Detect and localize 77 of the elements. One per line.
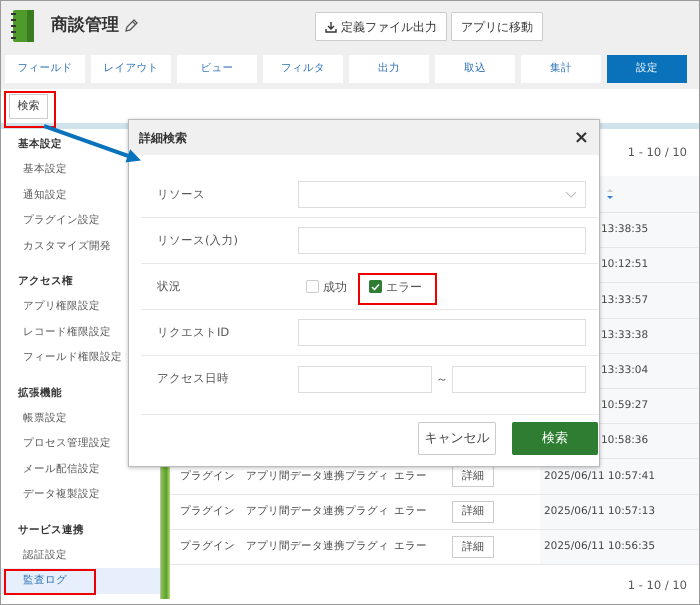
table-cell-text: 2025/06/11 10:56:35 [544,538,656,554]
option-label: 成功 [323,278,347,296]
table-cell-text: アプリ間データ連携プラグィ [245,504,390,519]
table-cell-text: プラグイン [179,468,236,484]
table-cell-text: 2025/06/11 10:57:13 [544,504,656,519]
section-heading: アクセス権 [17,274,73,289]
tab[interactable]: 取込 [435,55,515,83]
pagination-summary: 1 - 10 / 10 [628,576,687,594]
range-separator: ～ [436,371,448,388]
table-cell-text: 13:33:57 [601,292,648,308]
sidebar-item[interactable]: レコード権限設定 [1,320,111,345]
sidebar-item[interactable]: アプリ権限設定 [1,294,100,320]
sidebar-item[interactable]: 認証設定 [1,542,67,568]
sidebar-item[interactable]: 基本設定 [1,157,67,182]
check-icon [371,282,380,290]
sidebar-item[interactable]: プラグイン設定 [1,208,100,234]
table-cell-text: アプリ間データ連携プラグィ [245,538,390,554]
table-cell-text: プラグイン [179,538,236,554]
app-button[interactable]: アプリに移動 [451,12,543,41]
sidebar-item[interactable]: 通知設定 [1,182,67,208]
field-label: リクエストID [156,324,230,341]
date-field[interactable] [452,366,586,392]
table-cell-text: 10:58:36 [601,433,648,448]
sidebar-item[interactable]: フィールド権限設定 [1,345,122,370]
table-cell-text: エラー [393,468,428,484]
tab[interactable]: レイアウト [91,55,171,83]
field-label: アクセス日時 [156,370,230,388]
sidebar-item[interactable]: 監査ログ [1,568,160,594]
pagination-summary: 1 - 10 / 10 [628,144,687,161]
sidebar-item[interactable]: 帳票設定 [1,406,67,431]
section-heading: 基本設定 [17,136,62,152]
table-cell-text: エラー [393,504,428,519]
sidebar-item[interactable]: データ複製設定 [1,482,100,508]
field-label: リソース(入力) [156,232,239,249]
sidebar-item[interactable]: プロセス管理設定 [1,431,111,456]
field-label: 状況 [156,278,182,295]
option-label: エラー [386,278,422,296]
sort-icon [606,188,614,200]
details-button[interactable]: 詳細 [452,536,494,558]
export-button[interactable]: 定義ファイル出力 [315,12,447,41]
table-cell-text: 2025/06/11 10:57:41 [544,468,656,484]
table-cell-text: プラグイン [179,504,236,519]
table-cell-text: 13:33:04 [601,362,648,378]
select-field[interactable] [298,181,586,208]
cancel-button[interactable]: キャンセル [418,422,496,455]
table-cell-text: 10:59:27 [601,398,648,414]
input-field[interactable] [298,319,586,346]
table-cell-text: 13:33:38 [601,328,648,343]
date-field[interactable] [298,366,432,392]
checkbox[interactable] [369,280,382,293]
table-cell-text: 13:38:35 [601,222,648,238]
input-field[interactable] [298,227,586,254]
field-label: リソース [156,186,206,203]
tab[interactable]: フィールド [5,55,85,83]
sidebar-item[interactable]: カスタマイズ開発 [1,234,111,259]
table-cell-text: 10:12:51 [601,257,648,272]
section-heading: サービス連携 [17,522,84,538]
close-button[interactable]: × [574,128,589,146]
download-icon [325,20,337,32]
book-icon [9,9,35,43]
tab[interactable]: 出力 [349,55,429,83]
search-button[interactable]: 検索 [9,94,48,118]
tab[interactable]: フィルタ [263,55,343,83]
tab[interactable]: 集計 [521,55,601,83]
details-button[interactable]: 詳細 [452,465,494,488]
dialog-title: 詳細検索 [139,130,187,146]
tab[interactable]: 設定 [607,55,687,83]
details-button[interactable]: 詳細 [452,500,494,523]
table-cell-text: エラー [393,538,428,554]
table-cell-text: アプリ間データ連携プラグィ [245,468,390,484]
pencil-icon [123,18,139,34]
search-submit-button[interactable]: 検索 [512,422,598,455]
section-heading: 拡張機能 [16,386,62,400]
tab[interactable]: ビュー [177,55,257,83]
app-title: 商談管理 [51,14,119,38]
chevron-icon [565,191,577,198]
sidebar-item[interactable]: メール配信設定 [1,456,100,482]
